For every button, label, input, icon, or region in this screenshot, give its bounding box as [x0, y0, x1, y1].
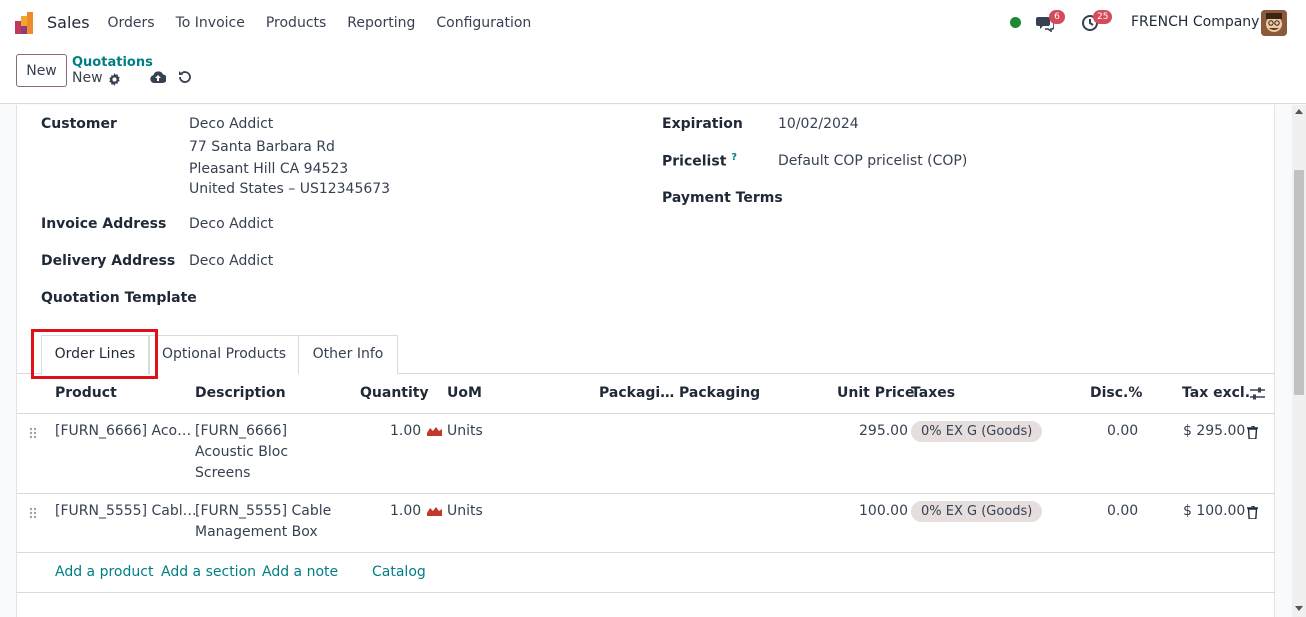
menu-orders[interactable]: Orders: [97, 15, 165, 31]
company-switcher[interactable]: FRENCH Company: [1131, 14, 1259, 30]
delivery-address-label: Delivery Address: [41, 253, 176, 269]
tax-tag[interactable]: 0% EX G (Goods): [911, 421, 1043, 442]
payment-terms-label: Payment Terms: [662, 190, 783, 206]
menu-products[interactable]: Products: [255, 15, 336, 31]
tax-tag[interactable]: 0% EX G (Goods): [911, 501, 1043, 522]
customer-address-line: 77 Santa Barbara Rd: [189, 139, 335, 155]
cell-description-line[interactable]: Screens: [195, 463, 250, 484]
cell-uom-text: Units: [447, 423, 483, 439]
cell-subtotal: $ 295.00: [1183, 423, 1246, 439]
customer-name[interactable]: Deco Addict: [189, 116, 273, 132]
expiration-field[interactable]: 10/02/2024: [778, 116, 859, 132]
messages-count-badge: 6: [1049, 10, 1065, 24]
pricelist-label-text: Pricelist: [662, 153, 727, 170]
cell-quantity[interactable]: 1.00: [390, 421, 421, 442]
drag-handle-icon[interactable]: [29, 507, 37, 519]
customer-address-line: Pleasant Hill CA 94523: [189, 161, 349, 177]
cell-product[interactable]: [FURN_5555] Cabl…: [55, 501, 197, 522]
cell-product[interactable]: [FURN_6666] Aco…: [55, 421, 191, 442]
main-menu: Orders To Invoice Products Reporting Con…: [97, 0, 542, 46]
row-divider: [17, 493, 1275, 494]
scrollbar-thumb[interactable]: [1294, 170, 1304, 395]
col-header-uom[interactable]: UoM: [447, 385, 482, 401]
trash-icon[interactable]: [1247, 426, 1258, 439]
top-navbar: Sales Orders To Invoice Products Reporti…: [0, 0, 1306, 46]
cell-description-line[interactable]: Acoustic Bloc: [195, 442, 288, 463]
customer-address-line: United States – US12345673: [189, 181, 391, 197]
sales-app-icon[interactable]: [15, 12, 37, 34]
invoice-address-label: Invoice Address: [41, 216, 167, 232]
drag-handle-icon[interactable]: [29, 427, 37, 439]
vertical-scrollbar[interactable]: [1292, 105, 1306, 617]
col-header-subtotal[interactable]: Tax excl.: [1182, 385, 1250, 401]
menu-reporting[interactable]: Reporting: [337, 15, 426, 31]
app-name[interactable]: Sales: [47, 13, 90, 32]
scroll-up-arrow[interactable]: [1295, 109, 1303, 114]
row-divider: [17, 552, 1275, 553]
add-section-link[interactable]: Add a section: [161, 564, 256, 580]
activities-count-badge: 25: [1093, 10, 1113, 24]
pricelist-label: Pricelist ?: [662, 152, 737, 170]
col-header-discount[interactable]: Disc.%: [1090, 385, 1142, 401]
new-button[interactable]: New: [16, 54, 67, 87]
col-header-description[interactable]: Description: [195, 385, 286, 401]
user-avatar[interactable]: [1261, 10, 1287, 36]
customer-label: Customer: [41, 116, 117, 132]
cell-discount[interactable]: 0.00: [1107, 421, 1138, 442]
add-product-link[interactable]: Add a product: [55, 564, 153, 580]
scroll-down-arrow[interactable]: [1295, 606, 1303, 611]
col-header-unit-price[interactable]: Unit Price: [837, 385, 914, 401]
cell-uom[interactable]: Units: [427, 501, 483, 522]
col-header-packaging-qty[interactable]: Packagi…: [599, 385, 674, 401]
help-tooltip-icon[interactable]: ?: [731, 152, 737, 163]
gear-icon[interactable]: [108, 73, 121, 86]
cell-description-line[interactable]: [FURN_5555] Cable: [195, 501, 331, 522]
col-header-packaging[interactable]: Packaging: [679, 385, 760, 401]
catalog-link[interactable]: Catalog: [372, 564, 426, 580]
cell-subtotal: $ 100.00: [1183, 503, 1246, 519]
online-status-dot: [1010, 17, 1021, 28]
tab-optional-products[interactable]: Optional Products: [149, 335, 299, 374]
forecast-chart-icon[interactable]: [427, 425, 442, 436]
trash-icon[interactable]: [1247, 506, 1258, 519]
col-header-quantity[interactable]: Quantity: [360, 385, 429, 401]
control-panel: New Quotations New: [0, 46, 1306, 104]
cell-unit-price[interactable]: 100.00: [859, 501, 908, 522]
optional-columns-icon[interactable]: [1250, 387, 1265, 401]
cell-discount[interactable]: 0.00: [1107, 501, 1138, 522]
invoice-address-field[interactable]: Deco Addict: [189, 216, 273, 232]
col-header-product[interactable]: Product: [55, 385, 117, 401]
cell-description-line[interactable]: [FURN_6666]: [195, 421, 287, 442]
menu-to-invoice[interactable]: To Invoice: [165, 15, 255, 31]
cell-uom[interactable]: Units: [427, 421, 483, 442]
expiration-label: Expiration: [662, 116, 743, 132]
cell-uom-text: Units: [447, 503, 483, 519]
row-divider: [17, 413, 1275, 414]
cell-unit-price[interactable]: 295.00: [859, 421, 908, 442]
tab-other-info[interactable]: Other Info: [298, 335, 398, 374]
col-header-taxes[interactable]: Taxes: [911, 385, 955, 401]
cell-description-line[interactable]: Management Box: [195, 522, 318, 543]
cloud-upload-icon[interactable]: [150, 70, 166, 84]
forecast-chart-icon[interactable]: [427, 505, 442, 516]
add-note-link[interactable]: Add a note: [262, 564, 338, 580]
notebook-tabs: Order Lines Optional Products Other Info: [17, 335, 1275, 375]
record-title: New: [72, 70, 103, 86]
form-sheet: Customer Deco Addict 77 Santa Barbara Rd…: [16, 105, 1275, 617]
quotation-template-label: Quotation Template: [41, 290, 197, 306]
pricelist-field[interactable]: Default COP pricelist (COP): [778, 153, 967, 169]
delivery-address-field[interactable]: Deco Addict: [189, 253, 273, 269]
cell-quantity[interactable]: 1.00: [390, 501, 421, 522]
menu-configuration[interactable]: Configuration: [426, 15, 542, 31]
highlight-annotation-box: [31, 329, 158, 379]
row-divider: [17, 592, 1275, 593]
discard-icon[interactable]: [178, 70, 192, 84]
breadcrumb-quotations[interactable]: Quotations: [72, 55, 153, 70]
